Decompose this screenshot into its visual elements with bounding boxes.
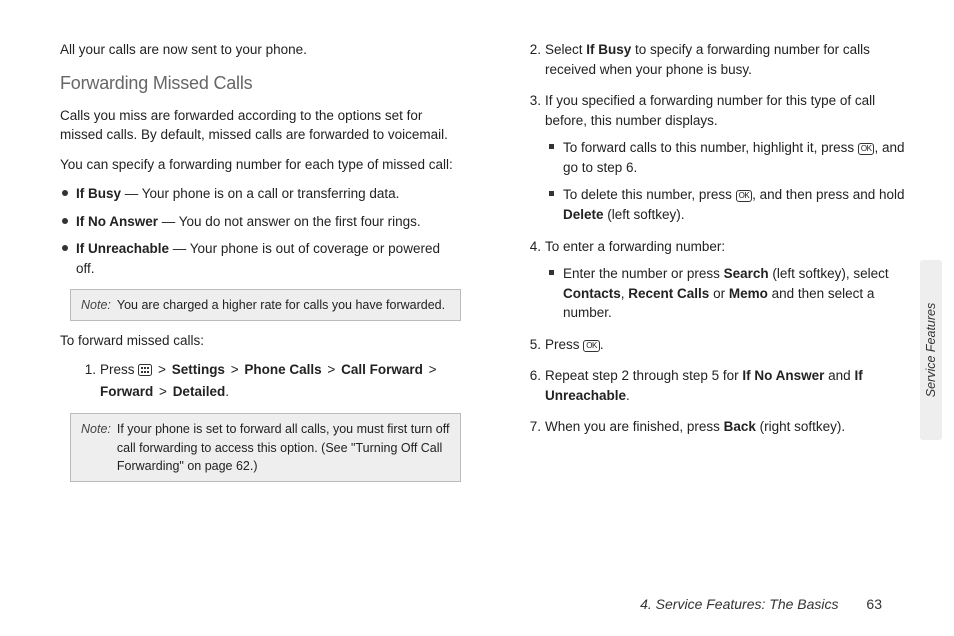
bold-term: Recent Calls [628,286,709,301]
note-box: Note: You are charged a higher rate for … [70,289,461,321]
bold-term: If Busy [586,42,631,57]
nav-item: Call Forward [341,362,423,377]
intro-text: All your calls are now sent to your phon… [60,40,461,60]
step-text: To forward calls to this number, highlig… [563,140,858,155]
sub-list: Enter the number or press Search (left s… [549,264,906,323]
side-tab: Service Features [920,260,942,440]
section-heading: Forwarding Missed Calls [60,70,461,96]
page: All your calls are now sent to your phon… [0,0,954,636]
left-column: All your calls are now sent to your phon… [60,40,461,492]
option-label: If Unreachable [76,241,169,256]
nav-item: Detailed [173,384,226,399]
footer-title: 4. Service Features: The Basics [640,596,838,612]
step-text: (left softkey). [604,207,685,222]
option-text: — Your phone is on a call or transferrin… [121,186,399,201]
ok-key-icon: OK [736,190,753,202]
nav-item: Settings [172,362,225,377]
body-text: You can specify a forwarding number for … [60,155,461,175]
note-label: Note: [81,420,111,474]
note-box: Note: If your phone is set to forward al… [70,413,461,481]
step-item: If you specified a forwarding number for… [527,91,906,224]
step-list-left: Press > Settings > Phone Calls > Call Fo… [82,360,461,401]
side-tab-label: Service Features [924,303,938,397]
step-text: Press [545,337,583,352]
option-text: — You do not answer on the first four ri… [158,214,421,229]
ok-key-icon: OK [858,143,875,155]
note-text: If your phone is set to forward all call… [117,420,450,474]
option-label: If Busy [76,186,121,201]
step-text: Press [100,362,138,377]
sub-list: To forward calls to this number, highlig… [549,138,906,224]
ok-key-icon: OK [583,340,600,352]
list-item: If Busy — Your phone is on a call or tra… [60,184,461,204]
step-text: (right softkey). [756,419,845,434]
list-item: To delete this number, press OK, and the… [549,185,906,224]
step-text: Repeat step 2 through step 5 for [545,368,742,383]
bold-term: Search [724,266,769,281]
step-text: To enter a forwarding number: [545,239,725,254]
step-text: When you are finished, press [545,419,724,434]
step-text: To delete this number, press [563,187,736,202]
chevron-right-icon: > [158,360,166,380]
list-item: To forward calls to this number, highlig… [549,138,906,177]
chevron-right-icon: > [327,360,335,380]
right-column: Select If Busy to specify a forwarding n… [505,40,906,492]
option-list: If Busy — Your phone is on a call or tra… [60,184,461,278]
menu-key-icon [138,362,152,382]
step-text: or [709,286,729,301]
bold-term: Memo [729,286,768,301]
list-item: If No Answer — You do not answer on the … [60,212,461,232]
step-item: When you are finished, press Back (right… [527,417,906,437]
option-label: If No Answer [76,214,158,229]
list-item: If Unreachable — Your phone is out of co… [60,239,461,278]
note-text: You are charged a higher rate for calls … [117,296,450,314]
page-footer: 4. Service Features: The Basics 63 [640,596,882,612]
step-item: Press OK. [527,335,906,355]
chevron-right-icon: > [429,360,437,380]
step-text: . [600,337,604,352]
bold-term: If No Answer [742,368,824,383]
bold-term: Back [724,419,756,434]
list-item: Enter the number or press Search (left s… [549,264,906,323]
step-item: Repeat step 2 through step 5 for If No A… [527,366,906,405]
step-text: (left softkey), select [769,266,889,281]
chevron-right-icon: > [231,360,239,380]
note-label: Note: [81,296,111,314]
step-text: Enter the number or press [563,266,724,281]
step-text: Select [545,42,586,57]
body-text: Calls you miss are forwarded according t… [60,106,461,145]
step-text: If you specified a forwarding number for… [545,93,875,128]
step-list-right: Select If Busy to specify a forwarding n… [527,40,906,437]
page-number: 63 [866,596,882,612]
step-text: . [626,388,630,403]
bold-term: Delete [563,207,604,222]
nav-item: Phone Calls [244,362,321,377]
chevron-right-icon: > [159,382,167,402]
step-text: , and then press and hold [752,187,904,202]
columns: All your calls are now sent to your phon… [60,40,906,492]
nav-item: Forward [100,384,153,399]
bold-term: Contacts [563,286,621,301]
instruction-text: To forward missed calls: [60,331,461,351]
step-item: Select If Busy to specify a forwarding n… [527,40,906,79]
step-item: Press > Settings > Phone Calls > Call Fo… [82,360,461,401]
step-text: and [824,368,854,383]
step-item: To enter a forwarding number: Enter the … [527,237,906,323]
